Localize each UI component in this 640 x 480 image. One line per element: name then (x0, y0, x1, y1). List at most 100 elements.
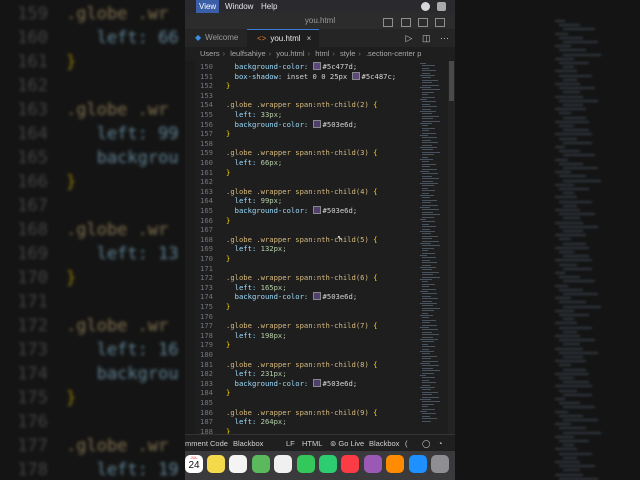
code-line[interactable]: 177 .globe .wrapper span:nth-child(7) { (185, 321, 420, 331)
status-blackbox[interactable]: Blackbox (233, 435, 263, 452)
breadcrumb-item[interactable]: Users (200, 49, 220, 58)
status-language[interactable]: HTML (302, 435, 322, 452)
code-line[interactable]: 169 left: 132px; (185, 244, 420, 254)
settings-icon[interactable] (431, 455, 449, 473)
code-line[interactable]: 165 background-color: #503e6d; (185, 206, 420, 216)
minimap-line (422, 214, 440, 216)
code-line[interactable]: 179} (185, 340, 420, 350)
line-number: 173 (200, 282, 213, 292)
facetime-icon[interactable] (319, 455, 337, 473)
accounts-icon[interactable]: ◯ (422, 435, 430, 452)
code-editor[interactable]: ↖ 150 background-color: #5c477d; 151 box-… (185, 61, 455, 434)
code-line[interactable]: 182 left: 231px; (185, 369, 420, 379)
code-line[interactable]: 158 (185, 139, 420, 149)
code-line[interactable]: 151 box-shadow: inset 0 0 25px #5c487c; (185, 71, 420, 82)
code-line[interactable]: 154 .globe .wrapper span:nth-child(2) { (185, 100, 420, 110)
code-token: #503e6d; (322, 206, 358, 215)
tab-welcome[interactable]: ◆ Welcome (195, 29, 245, 47)
app-store-icon[interactable] (408, 455, 427, 473)
breadcrumb-item[interactable]: you.html (276, 49, 304, 58)
breadcrumb-item[interactable]: .section-center p (366, 49, 421, 58)
code-line[interactable]: 160 left: 66px; (185, 158, 420, 168)
code-line[interactable]: 188} (185, 427, 420, 434)
menu-view[interactable]: View (196, 0, 220, 13)
minimap-line (422, 154, 434, 156)
code-line[interactable]: 186 .globe .wrapper span:nth-child(9) { (185, 408, 420, 418)
more-actions-icon[interactable]: ⋯ (440, 33, 449, 43)
color-swatch[interactable] (312, 292, 321, 301)
notifications-bell-icon[interactable]: ◔ (438, 435, 443, 452)
code-line[interactable]: 173 left: 165px; (185, 283, 420, 293)
toggle-sidebar-icon[interactable] (383, 18, 394, 27)
status-comment-code[interactable]: mment Code (185, 435, 228, 452)
reminders-icon[interactable] (229, 455, 248, 473)
color-swatch[interactable] (312, 378, 321, 387)
code-line[interactable]: 155 left: 33px; (185, 110, 420, 120)
code-line[interactable]: 170} (185, 254, 420, 264)
podcasts-icon[interactable] (363, 455, 382, 473)
code-line[interactable]: 152} (185, 81, 420, 91)
minimap[interactable] (420, 61, 448, 434)
toggle-secondary-sidebar-icon[interactable] (417, 18, 428, 27)
control-center-icon[interactable] (437, 2, 446, 11)
breadcrumb-item[interactable]: html (315, 49, 329, 58)
status-menu-icon[interactable] (421, 2, 430, 11)
code-line[interactable]: 156 background-color: #503e6d; (185, 119, 420, 130)
color-swatch[interactable] (351, 71, 360, 80)
code-line[interactable]: 183 background-color: #503e6d; (185, 378, 420, 389)
code-line[interactable]: 166} (185, 216, 420, 226)
code-line[interactable]: 162 (185, 177, 420, 187)
breadcrumb-item[interactable]: leulfsahiye (230, 49, 265, 58)
tab-you-html[interactable]: <> you.html × (247, 29, 319, 47)
code-line[interactable]: 159 .globe .wrapper span:nth-child(3) { (185, 148, 420, 158)
menu-help[interactable]: Help (261, 0, 277, 13)
status-line-ending[interactable]: LF (286, 435, 295, 452)
maps-icon[interactable] (251, 455, 270, 473)
code-line[interactable]: 175} (185, 302, 420, 312)
code-line[interactable]: 185 (185, 398, 420, 408)
code-line[interactable]: 163 .globe .wrapper span:nth-child(4) { (185, 187, 420, 197)
code-line[interactable]: 153 (185, 91, 420, 101)
scrollbar-thumb[interactable] (449, 61, 454, 101)
minimap-line (422, 65, 435, 67)
status-go-live[interactable]: ⊚ Go Live (330, 435, 364, 452)
code-line[interactable]: 187 left: 264px; (185, 417, 420, 427)
code-line[interactable]: 164 left: 99px; (185, 196, 420, 206)
minimap-line (422, 300, 432, 302)
code-line[interactable]: 150 background-color: #5c477d; (185, 62, 420, 72)
color-swatch[interactable] (312, 62, 321, 70)
toggle-panel-icon[interactable] (400, 18, 411, 27)
code-line[interactable]: 161} (185, 168, 420, 178)
code-line[interactable]: 184} (185, 388, 420, 398)
code-line[interactable]: 172 .globe .wrapper span:nth-child(6) { (185, 273, 420, 283)
line-number: 158 (200, 138, 213, 148)
minimap-line (422, 89, 440, 91)
music-icon[interactable] (341, 455, 360, 473)
close-icon[interactable]: × (307, 34, 312, 43)
status-more[interactable]: ( (405, 435, 408, 452)
notes-icon[interactable] (207, 455, 225, 473)
menu-window[interactable]: Window (225, 0, 253, 13)
editor-scrollbar[interactable] (448, 61, 455, 434)
messages-icon[interactable] (296, 455, 315, 473)
run-icon[interactable]: ▷ (406, 33, 413, 43)
breadcrumb-item[interactable]: style (340, 49, 355, 58)
code-line[interactable]: 180 (185, 350, 420, 360)
customize-layout-icon[interactable] (435, 18, 445, 27)
status-blackbox-2[interactable]: Blackbox (369, 435, 399, 452)
calendar-icon[interactable]: JUL 24 (185, 455, 203, 473)
code-line[interactable]: 181 .globe .wrapper span:nth-child(8) { (185, 360, 420, 370)
code-line[interactable]: 167 (185, 225, 420, 235)
photos-icon[interactable] (274, 455, 293, 473)
minimap-line (422, 406, 428, 408)
split-editor-icon[interactable]: ◫ (422, 33, 431, 43)
code-line[interactable]: 178 left: 198px; (185, 331, 420, 341)
code-line[interactable]: 176 (185, 312, 420, 322)
code-line[interactable]: 157} (185, 129, 420, 139)
color-swatch[interactable] (312, 119, 321, 128)
code-line[interactable]: 174 background-color: #503e6d; (185, 292, 420, 302)
color-swatch[interactable] (312, 206, 321, 214)
code-line[interactable]: 171 (185, 264, 420, 274)
books-icon[interactable] (386, 455, 405, 473)
code-line[interactable]: 168 .globe .wrapper span:nth-child(5) { (185, 235, 420, 245)
